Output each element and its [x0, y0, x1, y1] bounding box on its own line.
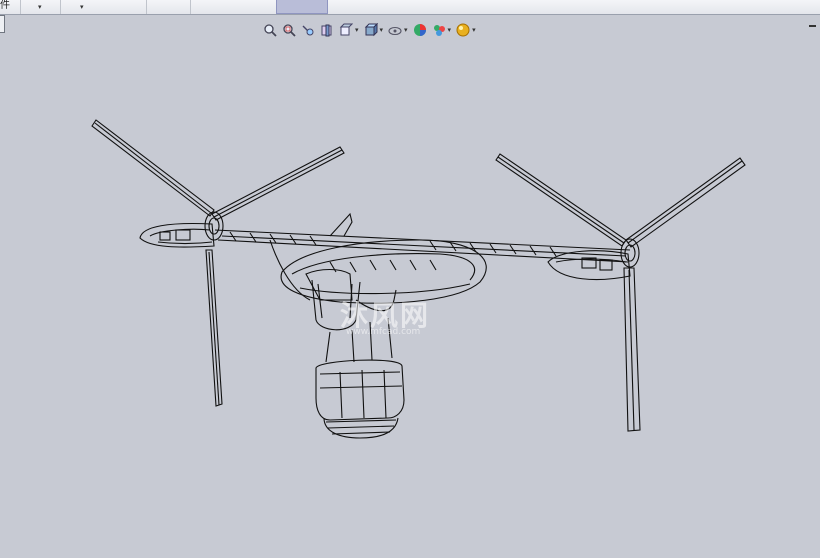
- heads-up-view-toolbar: ▾ ▾ ▾ ▾ ▾: [262, 19, 480, 41]
- command-manager-strip: 件 ▾ ▾: [0, 0, 820, 33]
- chevron-down-icon[interactable]: ▾: [404, 26, 408, 34]
- fuselage: [269, 212, 487, 304]
- hide-show-icon[interactable]: [387, 22, 403, 38]
- zoom-area-icon[interactable]: [281, 22, 297, 38]
- view-settings-icon[interactable]: [455, 22, 471, 38]
- configuration-dropdown[interactable]: ▾: [20, 0, 61, 14]
- toolbar-tab[interactable]: [146, 0, 191, 14]
- chevron-down-icon: ▾: [38, 3, 42, 11]
- zoom-to-fit-icon[interactable]: [262, 22, 278, 38]
- previous-view-icon[interactable]: [300, 22, 316, 38]
- left-nacelle: [139, 222, 215, 248]
- right-rotor: [495, 153, 746, 432]
- chevron-down-icon[interactable]: ▾: [355, 26, 359, 34]
- display-state-dropdown[interactable]: ▾: [60, 0, 147, 14]
- part-name-tab[interactable]: 件: [0, 0, 21, 14]
- chevron-down-icon[interactable]: ▾: [472, 26, 476, 34]
- chevron-down-icon[interactable]: ▾: [448, 26, 452, 34]
- active-tab[interactable]: [276, 0, 328, 14]
- panel-collapse-handle[interactable]: [0, 15, 5, 33]
- edit-appearance-icon[interactable]: [412, 22, 428, 38]
- watermark-url: www.mfcad.com: [346, 327, 421, 337]
- payload-pod: [315, 359, 405, 439]
- minimize-icon[interactable]: [809, 25, 816, 27]
- left-rotor: [91, 119, 345, 407]
- section-view-icon[interactable]: [319, 22, 335, 38]
- chevron-down-icon: ▾: [80, 3, 84, 11]
- apply-scene-icon[interactable]: [431, 22, 447, 38]
- graphics-area[interactable]: 沐风网 www.mfcad.com: [0, 42, 820, 554]
- display-style-icon[interactable]: [363, 22, 379, 38]
- part-label: 件: [0, 0, 10, 11]
- chevron-down-icon[interactable]: ▾: [380, 26, 384, 34]
- view-orientation-icon[interactable]: [338, 22, 354, 38]
